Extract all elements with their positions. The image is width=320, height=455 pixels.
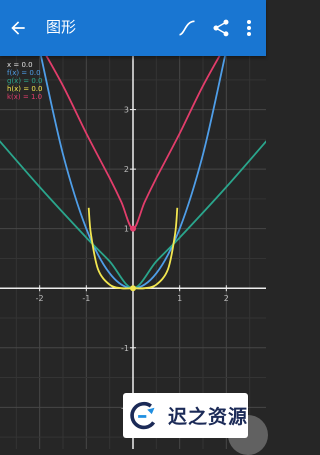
share-button[interactable]	[208, 14, 234, 42]
curve-icon	[179, 20, 195, 36]
value-h: h(x) = 0.0	[7, 85, 43, 93]
x-tick-label: 1	[177, 294, 182, 303]
y-tick-label: 3	[124, 106, 129, 115]
more-options-button[interactable]	[238, 14, 260, 42]
x-tick-label: 2	[224, 294, 229, 303]
trace-point	[130, 285, 136, 292]
back-button[interactable]	[4, 14, 32, 42]
watermark-logo-icon	[130, 401, 156, 429]
trace-point	[130, 225, 136, 232]
page-title: 图形	[46, 18, 77, 36]
y-tick-label: -1	[121, 344, 129, 353]
value-readout: x = 0.0 f(x) = 0.0 g(x) = 0.0 h(x) = 0.0…	[7, 61, 43, 101]
graph-canvas[interactable]: -2-112-2-11234	[0, 56, 266, 449]
watermark-text: 迟之资源	[167, 406, 248, 428]
more-vert-icon	[247, 20, 251, 36]
y-tick-label: 1	[124, 225, 129, 234]
share-icon	[213, 19, 229, 37]
value-k: k(x) = 1.0	[7, 93, 43, 101]
value-x: x = 0.0	[7, 61, 33, 69]
y-tick-label: 2	[124, 165, 129, 174]
x-tick-label: -1	[82, 294, 90, 303]
app-bar: 图形	[0, 0, 266, 56]
arrow-back-icon	[11, 21, 25, 35]
watermark: 迟之资源	[123, 393, 248, 438]
x-tick-label: -2	[36, 294, 44, 303]
value-g: g(x) = 0.0	[7, 77, 43, 85]
value-f: f(x) = 0.0	[7, 69, 41, 77]
curve-button[interactable]	[174, 14, 200, 42]
